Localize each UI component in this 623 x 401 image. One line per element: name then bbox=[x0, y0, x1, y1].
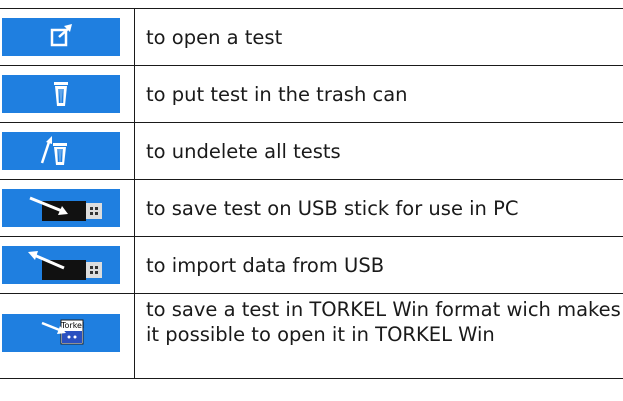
torkel-win-icon: Torkel bbox=[41, 319, 84, 345]
legend-row-usb-export: to save test on USB stick for use in PC bbox=[0, 179, 623, 237]
icon-legend-table: to open a test to put test in the trash … bbox=[0, 8, 623, 379]
legend-row-trash: to put test in the trash can bbox=[0, 65, 623, 123]
usb-export-icon bbox=[29, 196, 102, 221]
undelete-icon bbox=[40, 136, 67, 165]
legend-row-open: to open a test bbox=[0, 8, 623, 66]
legend-row-undelete: to undelete all tests bbox=[0, 122, 623, 180]
usb-export-button[interactable] bbox=[2, 189, 120, 227]
legend-row-torkel-win: Torkel to save a test in TORKEL Win form… bbox=[0, 293, 623, 379]
usb-import-button[interactable] bbox=[2, 246, 120, 284]
icon-cell bbox=[0, 65, 135, 123]
row-description: to undelete all tests bbox=[134, 122, 623, 180]
torkel-logo-text: Torkel bbox=[60, 321, 84, 330]
open-test-button[interactable] bbox=[2, 18, 120, 56]
trash-button[interactable] bbox=[2, 75, 120, 113]
row-description: to open a test bbox=[134, 8, 623, 66]
legend-row-usb-import: to import data from USB bbox=[0, 236, 623, 294]
row-description: to save a test in TORKEL Win format wich… bbox=[134, 293, 623, 379]
row-description: to put test in the trash can bbox=[134, 65, 623, 123]
row-description: to save test on USB stick for use in PC bbox=[134, 179, 623, 237]
icon-cell bbox=[0, 236, 135, 294]
icon-cell bbox=[0, 8, 135, 66]
trash-can-icon bbox=[54, 82, 68, 106]
usb-import-icon bbox=[28, 251, 102, 280]
icon-cell: Torkel bbox=[0, 293, 135, 379]
icon-cell bbox=[0, 122, 135, 180]
torkel-win-button[interactable]: Torkel bbox=[2, 314, 120, 352]
icon-cell bbox=[0, 179, 135, 237]
undelete-button[interactable] bbox=[2, 132, 120, 170]
row-description: to import data from USB bbox=[134, 236, 623, 294]
open-test-icon bbox=[50, 24, 72, 47]
